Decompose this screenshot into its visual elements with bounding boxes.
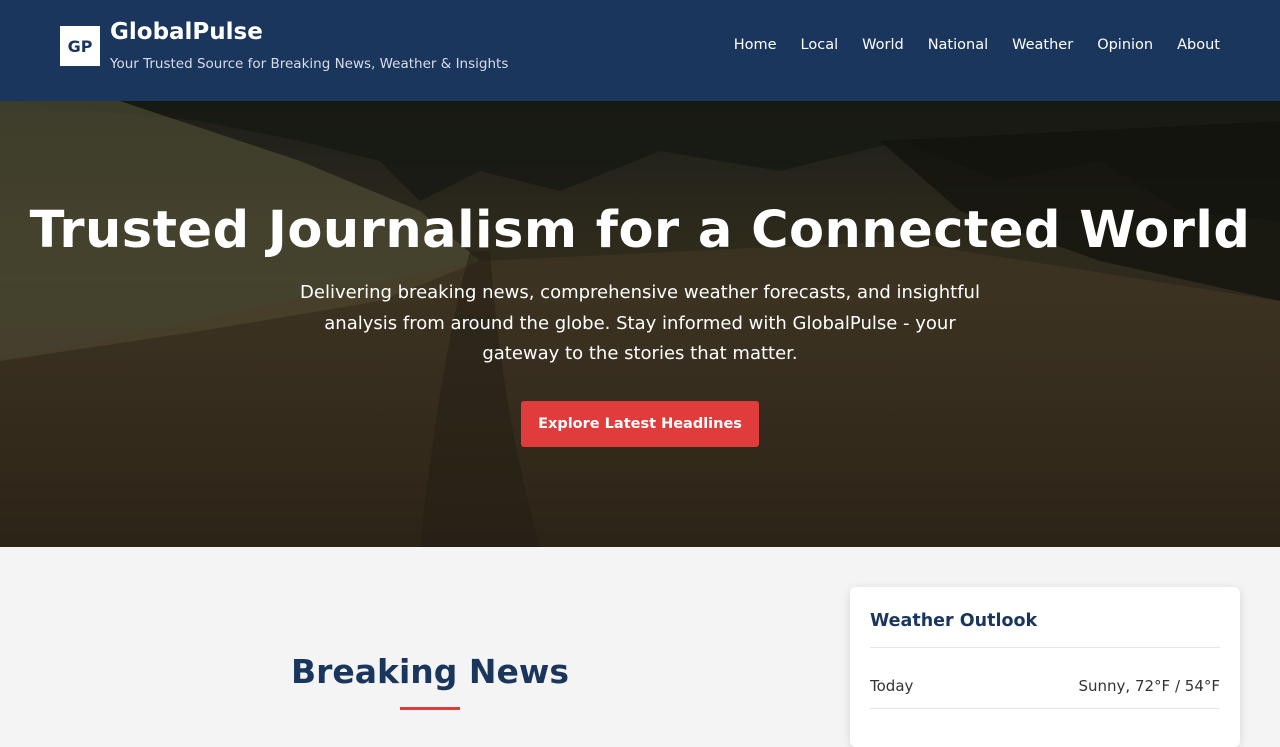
hero-banner: Trusted Journalism for a Connected World…: [0, 101, 1280, 547]
nav-about[interactable]: About: [1177, 37, 1220, 53]
weather-outlook-card: Weather Outlook Today Sunny, 72°F / 54°F: [850, 587, 1240, 747]
logo-text: GP: [67, 36, 93, 56]
main-nav: Home Local World National Weather Opinio…: [734, 37, 1220, 53]
weather-forecast: Sunny, 72°F / 54°F: [1078, 677, 1220, 695]
weather-title: Weather Outlook: [870, 611, 1038, 631]
brand-name[interactable]: GlobalPulse: [110, 19, 263, 45]
nav-opinion[interactable]: Opinion: [1097, 37, 1153, 53]
hero-title: Trusted Journalism for a Connected World: [29, 201, 1251, 260]
logo[interactable]: GP: [60, 26, 100, 66]
weather-divider: [870, 647, 1220, 648]
hero-description: Delivering breaking news, comprehensive …: [300, 282, 980, 364]
nav-local[interactable]: Local: [801, 37, 839, 53]
brand-tagline: Your Trusted Source for Breaking News, W…: [110, 56, 509, 72]
weather-row: Today Sunny, 72°F / 54°F: [870, 667, 1220, 709]
section-underline: [400, 707, 460, 710]
explore-headlines-button[interactable]: Explore Latest Headlines: [521, 401, 759, 447]
breaking-news-heading: Breaking News: [290, 652, 570, 691]
nav-world[interactable]: World: [862, 37, 904, 53]
weather-day: Today: [870, 677, 914, 695]
nav-weather[interactable]: Weather: [1012, 37, 1073, 53]
site-header: GP GlobalPulse Your Trusted Source for B…: [0, 0, 1280, 101]
nav-home[interactable]: Home: [734, 37, 777, 53]
nav-national[interactable]: National: [928, 37, 988, 53]
